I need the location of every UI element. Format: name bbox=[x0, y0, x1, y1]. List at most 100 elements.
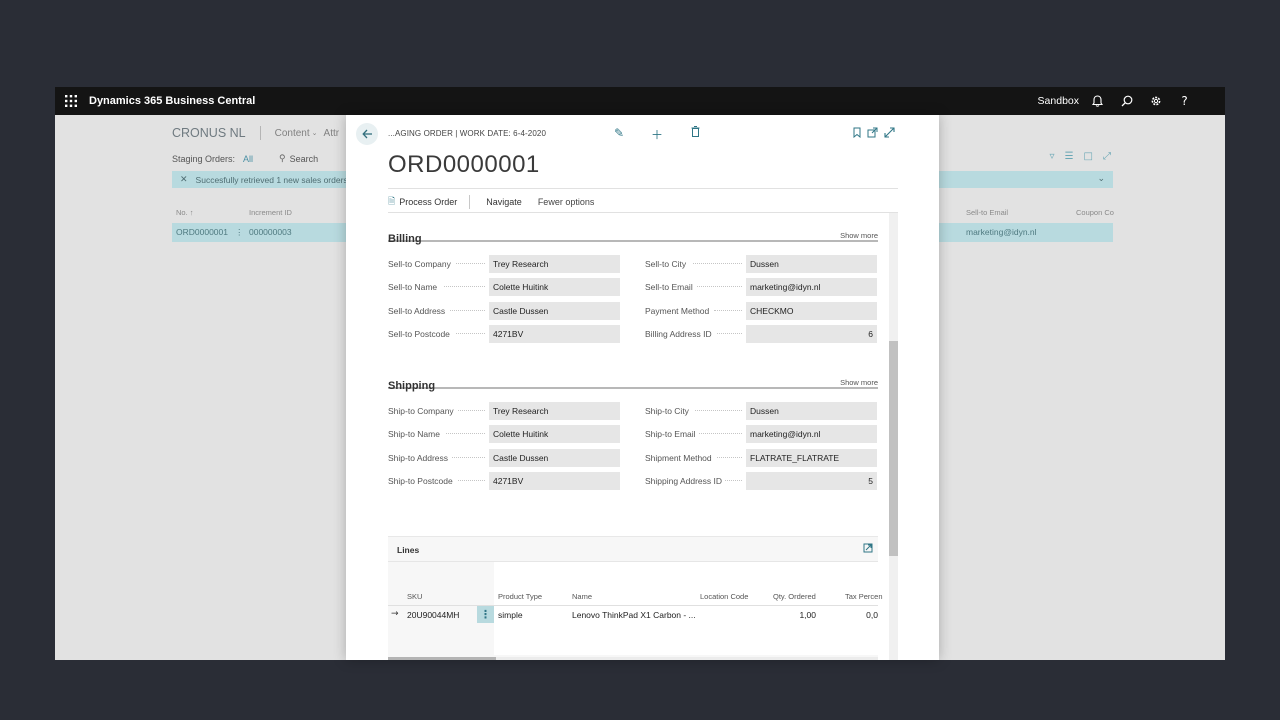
lines-part: Lines SKU Product Type Name Location Cod… bbox=[388, 536, 883, 660]
leader-dots bbox=[725, 480, 742, 481]
billing-address-id-input[interactable]: 6 bbox=[746, 325, 877, 343]
row-no[interactable]: ORD0000001 bbox=[176, 227, 228, 237]
billing-show-more[interactable]: Show more bbox=[840, 231, 878, 240]
leader-dots bbox=[456, 263, 485, 264]
delete-icon[interactable] bbox=[676, 126, 714, 143]
ship-to-company-input[interactable]: Trey Research bbox=[489, 402, 620, 420]
expand-icon[interactable]: ⤢ bbox=[1103, 151, 1111, 162]
line-tax-percent[interactable]: 0,0 bbox=[858, 610, 878, 620]
line-sku[interactable]: 20U90044MH bbox=[407, 610, 459, 620]
field-label: Payment Method bbox=[645, 306, 710, 316]
column-header-increment-id[interactable]: Increment ID bbox=[249, 208, 292, 217]
leader-dots bbox=[456, 333, 485, 334]
search-icon[interactable]: ⚲ bbox=[279, 153, 286, 164]
sell-to-city-input[interactable]: Dussen bbox=[746, 255, 877, 273]
search-icon[interactable] bbox=[1112, 87, 1141, 115]
shipping-show-more[interactable]: Show more bbox=[840, 378, 878, 387]
content-menu[interactable]: Content bbox=[275, 128, 310, 139]
help-icon[interactable]: ? bbox=[1170, 87, 1199, 115]
app-title[interactable]: Dynamics 365 Business Central bbox=[89, 95, 255, 107]
ship-to-name-input[interactable]: Colette Huitink bbox=[489, 425, 620, 443]
leader-dots bbox=[452, 457, 485, 458]
leader-dots bbox=[450, 310, 485, 311]
edit-icon[interactable]: ✎ bbox=[600, 126, 638, 143]
open-new-window-icon[interactable] bbox=[867, 127, 878, 141]
vertical-scrollbar-thumb[interactable] bbox=[889, 341, 898, 556]
field-label: Ship-to City bbox=[645, 406, 689, 416]
ship-to-postcode-field: Ship-to Postcode 4271BV bbox=[388, 472, 620, 490]
card-action-icons: ✎ ＋ bbox=[600, 126, 714, 143]
payment-method-input[interactable]: CHECKMO bbox=[746, 302, 877, 320]
sell-to-company-field: Sell-to Company Trey Research bbox=[388, 255, 620, 273]
lines-grid: SKU Product Type Name Location Code Qty.… bbox=[388, 562, 883, 655]
column-header-product-type[interactable]: Product Type bbox=[498, 592, 542, 601]
sell-to-postcode-input[interactable]: 4271BV bbox=[489, 325, 620, 343]
field-label: Shipment Method bbox=[645, 453, 712, 463]
horizontal-scrollbar-thumb[interactable] bbox=[388, 657, 496, 660]
field-label: Sell-to Postcode bbox=[388, 329, 450, 339]
field-label: Ship-to Company bbox=[388, 406, 454, 416]
column-header-tax-percent[interactable]: Tax Percen bbox=[845, 592, 883, 601]
search-label[interactable]: Search bbox=[290, 154, 319, 164]
back-arrow-icon[interactable] bbox=[356, 123, 378, 145]
attr-menu[interactable]: Attr bbox=[324, 128, 340, 139]
background-list-tools: ▿ ☰ □ ⤢ bbox=[1050, 151, 1111, 162]
ship-to-address-input[interactable]: Castle Dussen bbox=[489, 449, 620, 467]
column-header-no[interactable]: No. ↑ bbox=[176, 208, 194, 217]
document-icon: 🗎 bbox=[388, 196, 396, 206]
column-header-coupon-code[interactable]: Coupon Co bbox=[1076, 208, 1114, 217]
gear-icon[interactable] bbox=[1141, 87, 1170, 115]
leader-dots bbox=[458, 410, 485, 411]
shipping-section-header[interactable]: Shipping Show more bbox=[388, 374, 878, 392]
column-header-location-code[interactable]: Location Code bbox=[700, 592, 748, 601]
billing-section-header[interactable]: Billing Show more bbox=[388, 227, 878, 245]
company-name[interactable]: CRONUS NL bbox=[172, 126, 246, 140]
process-order-button[interactable]: Process Order bbox=[399, 197, 457, 207]
background-nav: CRONUS NL Content ⌄ Attr bbox=[172, 126, 339, 140]
sell-to-email-input[interactable]: marketing@idyn.nl bbox=[746, 278, 877, 296]
billing-title[interactable]: Billing bbox=[388, 233, 422, 245]
bell-icon[interactable] bbox=[1083, 87, 1112, 115]
card-window-icons bbox=[853, 127, 895, 141]
breadcrumb: ...AGING ORDER | WORK DATE: 6-4-2020 bbox=[388, 129, 547, 138]
field-label: Sell-to Address bbox=[388, 306, 446, 316]
leader-dots bbox=[444, 286, 485, 287]
ship-to-postcode-input[interactable]: 4271BV bbox=[489, 472, 620, 490]
ship-to-email-input[interactable]: marketing@idyn.nl bbox=[746, 425, 877, 443]
waffle-icon[interactable] bbox=[57, 87, 85, 115]
column-header-sku[interactable]: SKU bbox=[407, 592, 422, 601]
lines-title[interactable]: Lines bbox=[397, 545, 419, 555]
line-qty-ordered[interactable]: 1,00 bbox=[774, 610, 816, 620]
sell-to-name-input[interactable]: Colette Huitink bbox=[489, 278, 620, 296]
ship-to-city-input[interactable]: Dussen bbox=[746, 402, 877, 420]
line-name[interactable]: Lenovo ThinkPad X1 Carbon - ... bbox=[572, 610, 696, 620]
close-icon[interactable]: ✕ bbox=[180, 174, 188, 185]
column-header-name[interactable]: Name bbox=[572, 592, 592, 601]
fewer-options-button[interactable]: Fewer options bbox=[538, 197, 595, 207]
top-right-controls: Sandbox ? bbox=[1038, 87, 1199, 115]
notification-text: Succesfully retrieved 1 new sales orders… bbox=[195, 174, 351, 185]
navigate-button[interactable]: Navigate bbox=[486, 197, 522, 207]
column-header-qty-ordered[interactable]: Qty. Ordered bbox=[773, 592, 816, 601]
bookmark-icon[interactable]: □ bbox=[1084, 151, 1093, 162]
open-new-window-icon[interactable] bbox=[863, 543, 873, 556]
chevron-down-icon[interactable]: ⌄ bbox=[1097, 173, 1105, 184]
row-menu-icon[interactable]: ⋮ bbox=[477, 606, 494, 623]
filter-selector[interactable]: All bbox=[243, 154, 253, 164]
column-header-sell-to-email[interactable]: Sell-to Email bbox=[966, 208, 1008, 217]
sell-to-address-input[interactable]: Castle Dussen bbox=[489, 302, 620, 320]
filter-icon[interactable]: ▿ bbox=[1050, 151, 1055, 162]
expand-icon[interactable] bbox=[884, 127, 895, 141]
row-menu-icon[interactable]: ⋮ bbox=[235, 227, 244, 238]
line-product-type[interactable]: simple bbox=[498, 610, 523, 620]
list-view-icon[interactable]: ☰ bbox=[1065, 151, 1074, 162]
sell-to-name-field: Sell-to Name Colette Huitink bbox=[388, 278, 620, 296]
shipment-method-input[interactable]: FLATRATE_FLATRATE bbox=[746, 449, 877, 467]
shipping-address-id-input[interactable]: 5 bbox=[746, 472, 877, 490]
sell-to-company-input[interactable]: Trey Research bbox=[489, 255, 620, 273]
bookmark-icon[interactable] bbox=[853, 127, 861, 141]
sell-to-email-field: Sell-to Email marketing@idyn.nl bbox=[645, 278, 877, 296]
field-label: Sell-to Company bbox=[388, 259, 451, 269]
plus-icon[interactable]: ＋ bbox=[638, 126, 676, 143]
shipping-title[interactable]: Shipping bbox=[388, 380, 435, 392]
